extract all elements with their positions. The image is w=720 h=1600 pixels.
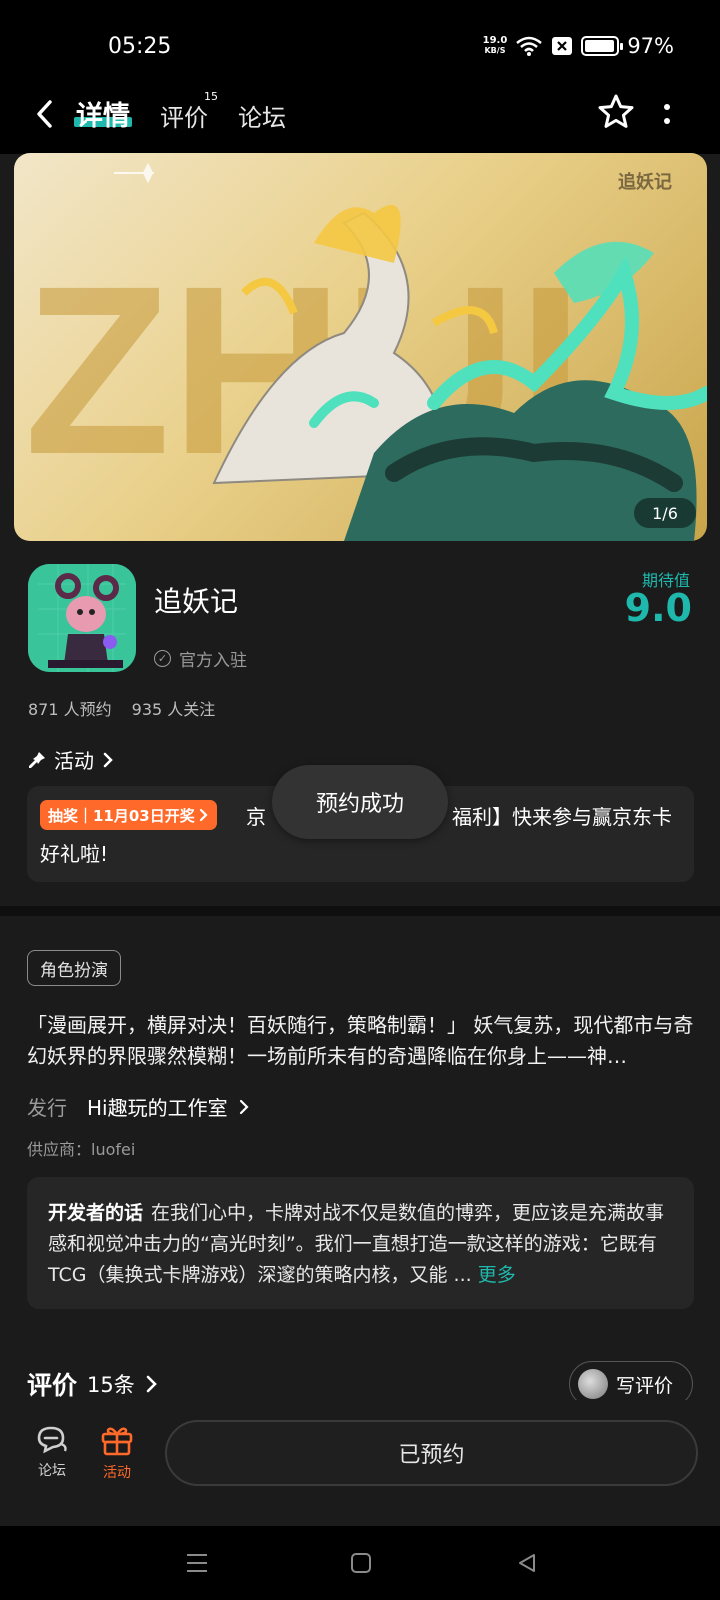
tab-reviews[interactable]: 评价 [160, 98, 208, 133]
check-circle-icon: ✓ [154, 650, 171, 667]
game-description[interactable]: 「漫画展开，横屏对决！百妖随行，策略制霸！」 妖气复苏，现代都市与奇幻妖界的界限… [27, 1010, 695, 1072]
game-title: 追妖记 [154, 585, 239, 618]
reservation-count: 871 人预约 [28, 700, 112, 719]
lottery-tag: 抽奖｜11月03日开奖 [40, 800, 217, 830]
banner-image[interactable]: ZHUI [14, 153, 707, 541]
status-time: 05:25 [108, 34, 172, 59]
tab-reviews-label: 评价 [160, 104, 208, 132]
more-link[interactable]: 更多 [478, 1264, 516, 1286]
expect-score: 9.0 [624, 586, 692, 630]
supplier: 供应商：luofei [27, 1140, 136, 1159]
wifi-icon [516, 36, 543, 56]
activity-text-start: 京 [246, 805, 266, 829]
tab-details[interactable]: 详情 [76, 94, 130, 133]
forum-button[interactable]: 论坛 [22, 1424, 82, 1480]
banner-watermark: 追妖记 [618, 172, 672, 193]
status-icons: 19.0 KB/S 97% [483, 34, 674, 58]
section-divider [0, 906, 720, 916]
reviews-header[interactable]: 评价 15条 [27, 1366, 159, 1402]
reviews-title: 评价 [27, 1371, 78, 1400]
stats-row: 871 人预约 935 人关注 [28, 696, 215, 720]
publisher-name: Hi趣玩的工作室 [87, 1096, 228, 1120]
chevron-right-icon [103, 752, 113, 767]
game-icon [28, 564, 136, 672]
chevron-right-icon [199, 808, 208, 822]
genre-tag[interactable]: 角色扮演 [27, 950, 121, 986]
page-indicator: 1/6 [634, 498, 696, 528]
lottery-tag-label: 抽奖｜11月03日开奖 [48, 806, 195, 825]
banner-artwork: ZHUI [24, 162, 707, 541]
reserved-button[interactable]: 已预约 [165, 1420, 698, 1486]
battery-icon [581, 36, 624, 56]
menu-icon[interactable] [180, 1548, 214, 1578]
write-review-label: 写评价 [616, 1374, 674, 1397]
gift-icon [101, 1427, 133, 1456]
pin-icon [29, 751, 45, 768]
activity-label-bottom: 活动 [103, 1465, 131, 1481]
developer-note: 开发者的话 在我们心中，卡牌对战不仅是数值的博弈，更应该是充满故事感和视觉冲击力的… [48, 1198, 674, 1291]
toast-message: 预约成功 [272, 765, 448, 839]
chevron-right-icon [239, 1099, 249, 1114]
developer-note-label: 开发者的话 [48, 1202, 144, 1224]
forum-label: 论坛 [38, 1463, 66, 1479]
network-speed: 19.0 KB/S [483, 36, 508, 56]
more-vertical-icon[interactable] [660, 96, 674, 132]
activity-label: 活动 [54, 749, 94, 773]
forum-icon [37, 1426, 67, 1454]
star-icon[interactable] [596, 92, 636, 132]
reviews-count: 15条 [87, 1373, 135, 1397]
activity-text-line2: 好礼啦! [40, 842, 109, 866]
publisher-row[interactable]: 发行 Hi趣玩的工作室 [27, 1092, 250, 1121]
net-speed-value: 19.0 [482, 35, 508, 46]
activity-text-end: 福利】快来参与赢京东卡 [452, 805, 672, 829]
chevron-right-icon [146, 1375, 157, 1393]
tab-reviews-count: 15 [204, 90, 218, 103]
avatar [578, 1369, 608, 1399]
official-badge: ✓ 官方入驻 [154, 646, 247, 671]
battery-percentage: 97% [627, 34, 674, 58]
battery-fill [585, 40, 615, 52]
follower-count: 935 人关注 [131, 700, 216, 719]
publisher-label: 发行 [27, 1096, 67, 1120]
home-icon[interactable] [344, 1548, 378, 1578]
activity-header[interactable]: 活动 [28, 745, 114, 774]
official-label: 官方入驻 [179, 651, 247, 671]
back-icon[interactable] [30, 96, 60, 132]
net-speed-unit: KB/S [484, 46, 506, 55]
activity-button[interactable]: 活动 [87, 1424, 147, 1482]
tab-forum[interactable]: 论坛 [238, 98, 286, 133]
back-nav-icon[interactable] [510, 1548, 544, 1578]
sim-off-icon [552, 37, 573, 55]
